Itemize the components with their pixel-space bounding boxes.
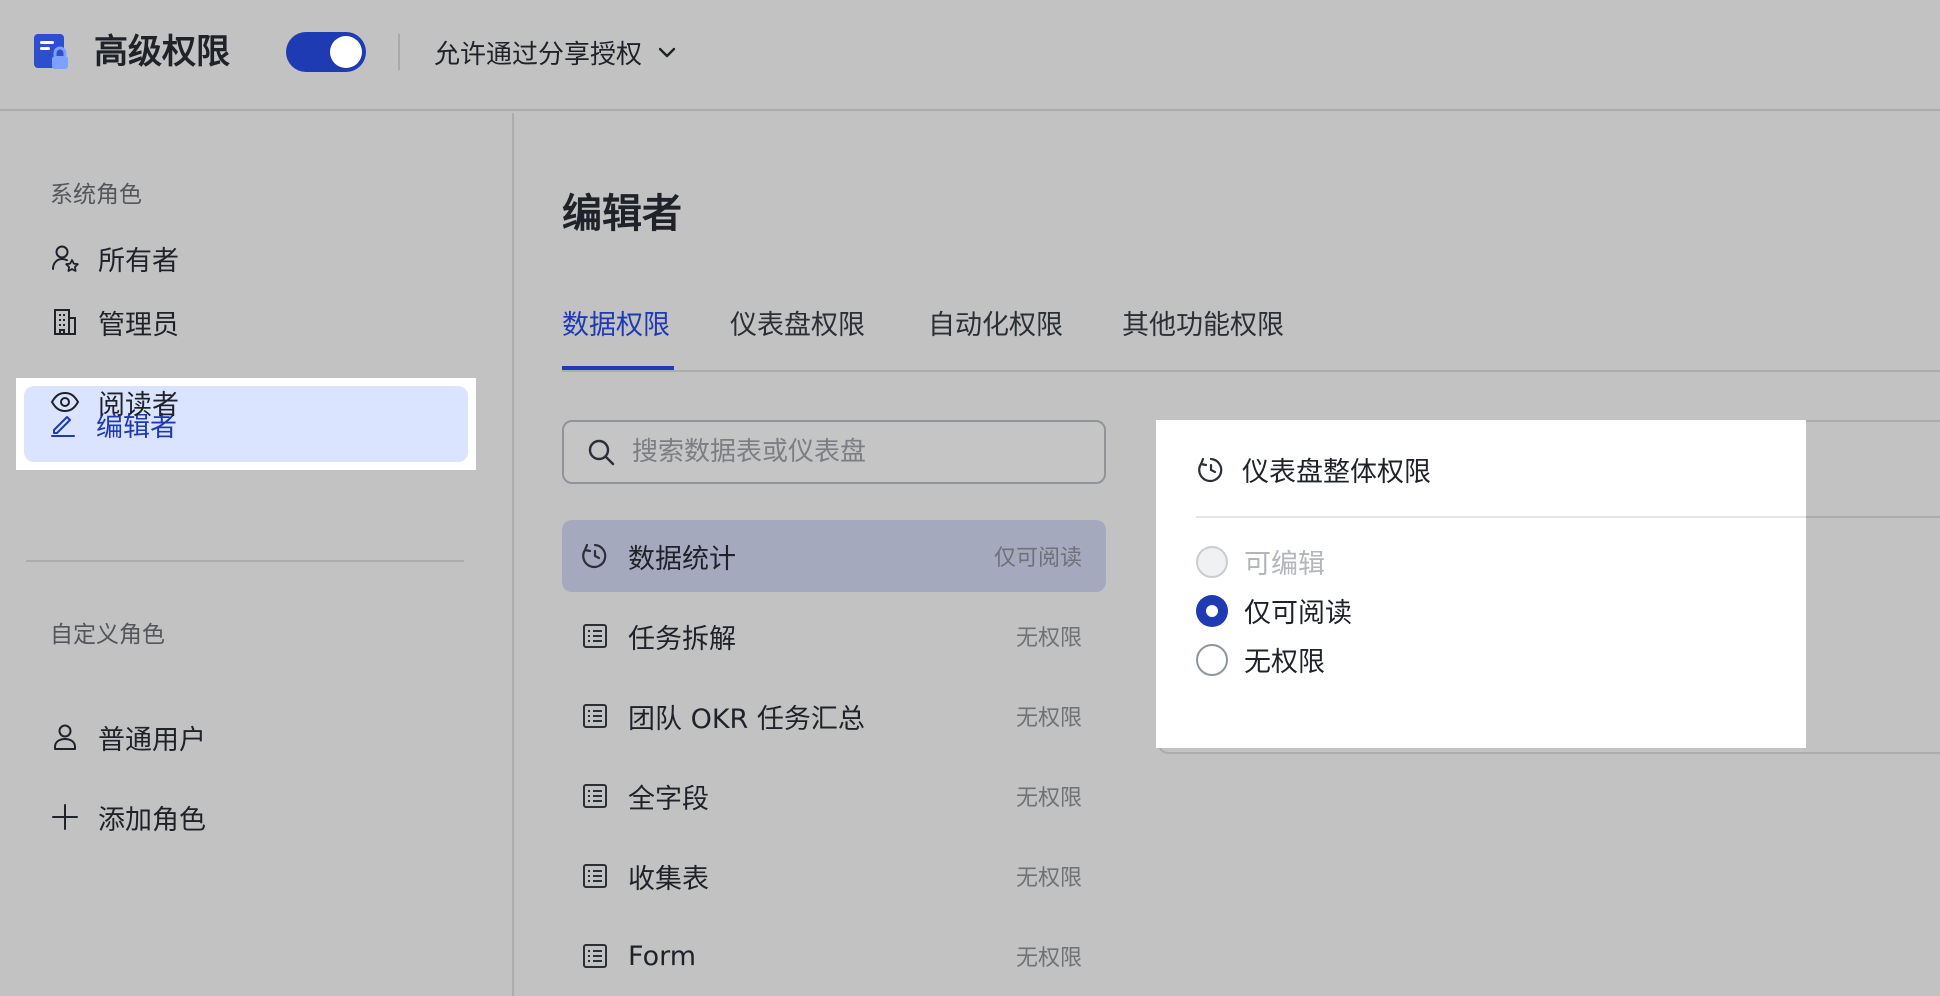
sidebar-item-label: 普通用户 bbox=[98, 724, 206, 756]
app-window: 高级权限 允许通过分享授权 系统角色 所有者 管理员 编辑者 阅读者 自定义角色… bbox=[0, 0, 1940, 996]
dashboard-icon bbox=[1198, 457, 1223, 482]
sidebar-item-label: 管理员 bbox=[98, 309, 179, 341]
share-mode-label: 允许通过分享授权 bbox=[434, 39, 643, 70]
user-icon bbox=[54, 724, 76, 750]
table-icon bbox=[583, 704, 607, 728]
panel-title: 仪表盘整体权限 bbox=[1242, 457, 1431, 488]
sidebar-item-admin[interactable]: 管理员 bbox=[26, 284, 464, 360]
option-can-edit[interactable]: 可编辑 bbox=[1196, 542, 1325, 581]
item-permission: 无权限 bbox=[1015, 626, 1082, 651]
advanced-permission-toggle[interactable] bbox=[286, 32, 366, 72]
item-permission: 无权限 bbox=[1015, 866, 1082, 891]
option-no-permission[interactable]: 无权限 bbox=[1196, 640, 1325, 679]
item-name: Form bbox=[628, 940, 697, 972]
option-label: 无权限 bbox=[1244, 647, 1325, 678]
item-permission: 无权限 bbox=[1015, 946, 1082, 971]
panel-divider bbox=[1196, 516, 1806, 518]
sidebar-item-label: 所有者 bbox=[98, 245, 179, 277]
item-name: 任务拆解 bbox=[628, 623, 736, 655]
system-roles-label: 系统角色 bbox=[50, 182, 142, 208]
add-role-button[interactable]: 添加角色 bbox=[26, 779, 464, 855]
tab-data-permission[interactable]: 数据权限 bbox=[562, 306, 670, 346]
item-name: 数据统计 bbox=[628, 543, 736, 575]
item-name: 全字段 bbox=[628, 783, 709, 815]
dashboard-permission-panel: 仪表盘整体权限 可编辑 仅可阅读 无权限 bbox=[1156, 420, 1806, 748]
list-item[interactable]: 全字段 无权限 bbox=[562, 760, 1106, 832]
option-read-only[interactable]: 仅可阅读 bbox=[1196, 591, 1352, 630]
chevron-down-icon bbox=[658, 47, 676, 58]
radio-button[interactable] bbox=[1196, 643, 1228, 676]
plus-icon bbox=[52, 804, 78, 830]
owner-icon bbox=[52, 245, 79, 272]
page-title: 编辑者 bbox=[562, 191, 682, 237]
panel-header: 仪表盘整体权限 bbox=[1196, 450, 1431, 489]
list-item[interactable]: Form 无权限 bbox=[562, 920, 1106, 992]
tab-automation-permission[interactable]: 自动化权限 bbox=[928, 306, 1063, 346]
toggle-knob bbox=[330, 36, 362, 68]
sidebar-item-regular-user[interactable]: 普通用户 bbox=[26, 699, 464, 775]
search-input[interactable] bbox=[632, 437, 1072, 467]
list-item[interactable]: 数据统计 仅可阅读 bbox=[562, 520, 1106, 592]
eye-icon bbox=[50, 391, 80, 413]
radio-button[interactable] bbox=[1196, 594, 1228, 627]
sidebar-divider bbox=[26, 560, 464, 562]
header-divider bbox=[398, 34, 400, 70]
custom-roles-label: 自定义角色 bbox=[50, 622, 165, 648]
list-item[interactable]: 团队 OKR 任务汇总 无权限 bbox=[562, 680, 1106, 752]
table-icon bbox=[583, 944, 607, 968]
advanced-permission-logo-icon bbox=[34, 34, 68, 69]
tab-other-permission[interactable]: 其他功能权限 bbox=[1122, 306, 1284, 346]
building-icon bbox=[54, 309, 76, 335]
sidebar-item-label: 阅读者 bbox=[98, 389, 179, 421]
item-permission: 无权限 bbox=[1015, 706, 1082, 731]
tab-dashboard-permission[interactable]: 仪表盘权限 bbox=[730, 306, 865, 346]
share-mode-dropdown[interactable]: 允许通过分享授权 bbox=[434, 30, 678, 74]
option-label: 仅可阅读 bbox=[1244, 598, 1352, 629]
dashboard-icon bbox=[582, 543, 607, 569]
permission-tabs: 数据权限 仪表盘权限 自动化权限 其他功能权限 bbox=[562, 300, 1940, 372]
sidebar: 系统角色 所有者 管理员 编辑者 阅读者 自定义角色 普通用户 添加角色 bbox=[0, 113, 514, 996]
search-icon bbox=[588, 439, 615, 466]
table-icon bbox=[583, 784, 607, 808]
list-item[interactable]: 任务拆解 无权限 bbox=[562, 600, 1106, 672]
item-name: 收集表 bbox=[628, 863, 709, 895]
search-box bbox=[562, 420, 1106, 484]
item-name: 团队 OKR 任务汇总 bbox=[628, 703, 865, 735]
sidebar-item-reader[interactable]: 阅读者 bbox=[26, 364, 464, 440]
item-permission: 无权限 bbox=[1015, 786, 1082, 811]
header: 高级权限 允许通过分享授权 bbox=[0, 0, 1940, 111]
app-title: 高级权限 bbox=[94, 32, 230, 72]
list-item[interactable]: 收集表 无权限 bbox=[562, 840, 1106, 912]
panel-divider-extension bbox=[1806, 516, 1940, 518]
item-permission: 仅可阅读 bbox=[993, 546, 1082, 571]
option-label: 可编辑 bbox=[1244, 549, 1325, 580]
active-tab-indicator bbox=[562, 366, 674, 370]
add-role-label: 添加角色 bbox=[98, 804, 206, 836]
table-icon bbox=[583, 624, 607, 648]
radio-button[interactable] bbox=[1196, 545, 1228, 578]
table-icon bbox=[583, 864, 607, 888]
